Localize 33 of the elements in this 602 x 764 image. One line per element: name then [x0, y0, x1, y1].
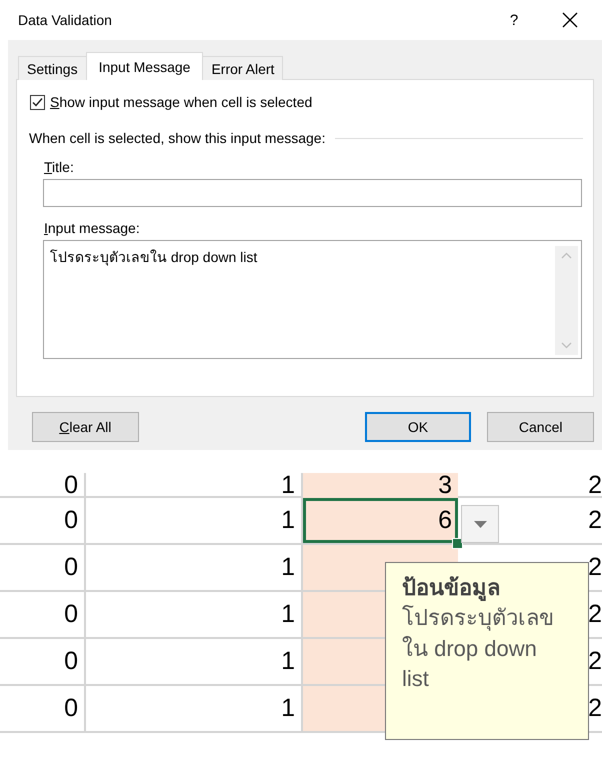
- tooltip-title: ป้อนข้อมูล: [402, 574, 501, 603]
- checkbox-label[interactable]: Show input message when cell is selected: [50, 94, 312, 110]
- field-label: Title:: [44, 159, 75, 175]
- table-cell: 2: [588, 508, 602, 533]
- dialog-button[interactable]: Clear All: [32, 412, 139, 442]
- checkbox[interactable]: [30, 94, 45, 110]
- caret-icon: [474, 520, 486, 528]
- dialog-button[interactable]: Cancel: [487, 412, 594, 442]
- field-label: Input message:: [44, 220, 141, 236]
- table-cell: 0: [0, 498, 86, 543]
- window-title: Data Validation: [18, 12, 113, 28]
- help-button[interactable]: ?: [504, 12, 524, 28]
- table-cell: 0: [0, 592, 86, 637]
- table-cell: 0: [0, 545, 86, 590]
- fill-handle[interactable]: [452, 538, 463, 549]
- table-cell: 2: [588, 602, 602, 627]
- tooltip-message: โปรดระบุตัวเลข ใน drop down list: [402, 604, 555, 694]
- group-label: When cell is selected, show this input message:: [29, 130, 326, 146]
- table-cell: 2: [588, 696, 602, 721]
- tab[interactable]: Input Message: [86, 52, 204, 80]
- tab[interactable]: Settings: [18, 56, 87, 80]
- table-cell: 3: [303, 473, 458, 499]
- table-cell: 2: [588, 473, 602, 498]
- table-cell: 0: [0, 473, 86, 499]
- table-cell: 2: [588, 649, 602, 674]
- tab[interactable]: Error Alert: [202, 56, 284, 80]
- title-field[interactable]: [43, 179, 582, 207]
- table-cell: 0: [0, 686, 86, 731]
- table-cell: 0: [0, 639, 86, 684]
- close-icon[interactable]: [562, 12, 578, 28]
- dropdown-button[interactable]: [461, 505, 499, 543]
- table-cell: 2: [588, 555, 602, 580]
- dialog-button[interactable]: OK: [364, 412, 472, 442]
